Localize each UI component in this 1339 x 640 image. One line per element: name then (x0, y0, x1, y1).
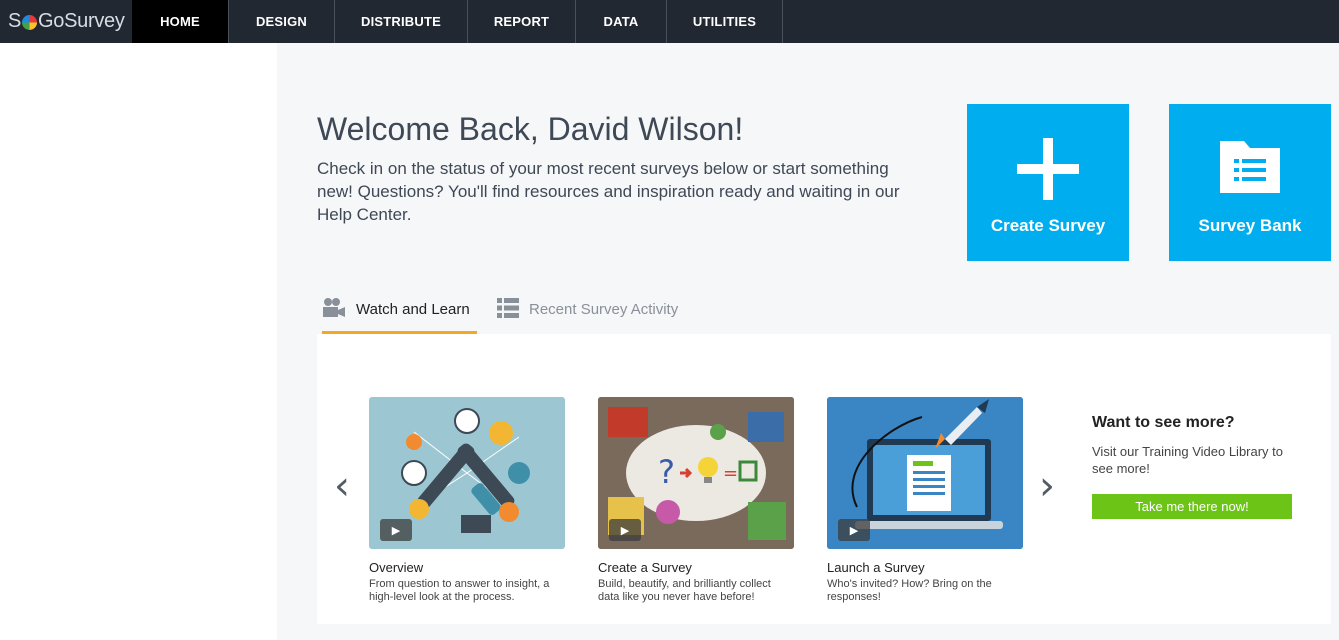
see-more-section: Want to see more? Visit our Training Vid… (1092, 414, 1302, 519)
see-more-title: Want to see more? (1092, 414, 1235, 431)
nav-tab-distribute[interactable]: DISTRIBUTE (335, 0, 468, 43)
plus-icon (1017, 138, 1079, 205)
survey-bank-tile[interactable]: Survey Bank (1169, 104, 1331, 261)
video-card-create-survey[interactable]: ? = ▶ Create a Survey Build, beautify, a… (598, 397, 794, 604)
video-card-launch-survey[interactable]: ▶ Launch a Survey Who's invited? How? Br… (827, 397, 1023, 604)
main-content: Welcome Back, David Wilson! Check in on … (277, 43, 1339, 640)
play-icon: ▶ (838, 519, 870, 541)
sogosurvey-logo[interactable]: S GoSurvey (0, 0, 132, 43)
logo-text-start: S (8, 10, 22, 32)
tab-recent-survey-activity[interactable]: Recent Survey Activity (497, 297, 697, 334)
video-title: Create a Survey (598, 560, 692, 575)
video-title: Overview (369, 560, 424, 575)
svg-text:=: = (723, 463, 738, 484)
overview-thumbnail[interactable]: ▶ (369, 397, 565, 549)
welcome-title: Welcome Back, David Wilson! (317, 111, 744, 147)
see-more-text: Visit our Training Video Library to see … (1092, 444, 1284, 476)
create-survey-thumbnail[interactable]: ? = ▶ (598, 397, 794, 549)
video-camera-icon (322, 297, 346, 325)
tab-recent-label: Recent Survey Activity (529, 301, 679, 318)
welcome-text: Check in on the status of your most rece… (317, 159, 900, 224)
logo-pie-icon (22, 15, 38, 30)
nav-tab-design[interactable]: DESIGN (229, 0, 335, 43)
video-description: From question to answer to insight, a hi… (369, 578, 550, 603)
play-icon: ▶ (609, 519, 641, 541)
tab-watch-and-learn[interactable]: Watch and Learn (322, 297, 477, 334)
video-description: Build, beautify, and brilliantly collect… (598, 578, 771, 603)
top-nav-bar: S GoSurvey HOME DESIGN DISTRIBUTE REPORT … (0, 0, 1339, 43)
create-survey-tile[interactable]: Create Survey (967, 104, 1129, 261)
svg-text:?: ? (658, 453, 675, 491)
left-sidebar (0, 43, 277, 640)
nav-tab-data[interactable]: DATA (576, 0, 667, 43)
carousel-next-arrow-icon[interactable]: › (1039, 463, 1055, 509)
nav-tab-utilities[interactable]: UTILITIES (667, 0, 783, 43)
play-icon: ▶ (380, 519, 412, 541)
list-icon (497, 297, 519, 323)
nav-tab-home[interactable]: HOME (132, 0, 229, 43)
nav-tab-report[interactable]: REPORT (468, 0, 576, 43)
folder-list-icon (1220, 141, 1280, 198)
tab-watch-label: Watch and Learn (356, 301, 470, 318)
video-description: Who's invited? How? Bring on the respons… (827, 578, 992, 603)
video-card-overview[interactable]: ▶ Overview From question to answer to in… (369, 397, 565, 604)
launch-survey-thumbnail[interactable]: ▶ (827, 397, 1023, 549)
logo-text-end: GoSurvey (38, 10, 125, 32)
survey-bank-label: Survey Bank (1198, 216, 1302, 235)
create-survey-label: Create Survey (990, 216, 1106, 235)
video-title: Launch a Survey (827, 560, 925, 575)
carousel-prev-arrow-icon[interactable]: ‹ (334, 463, 350, 509)
take-me-there-button[interactable]: Take me there now! (1092, 494, 1292, 519)
